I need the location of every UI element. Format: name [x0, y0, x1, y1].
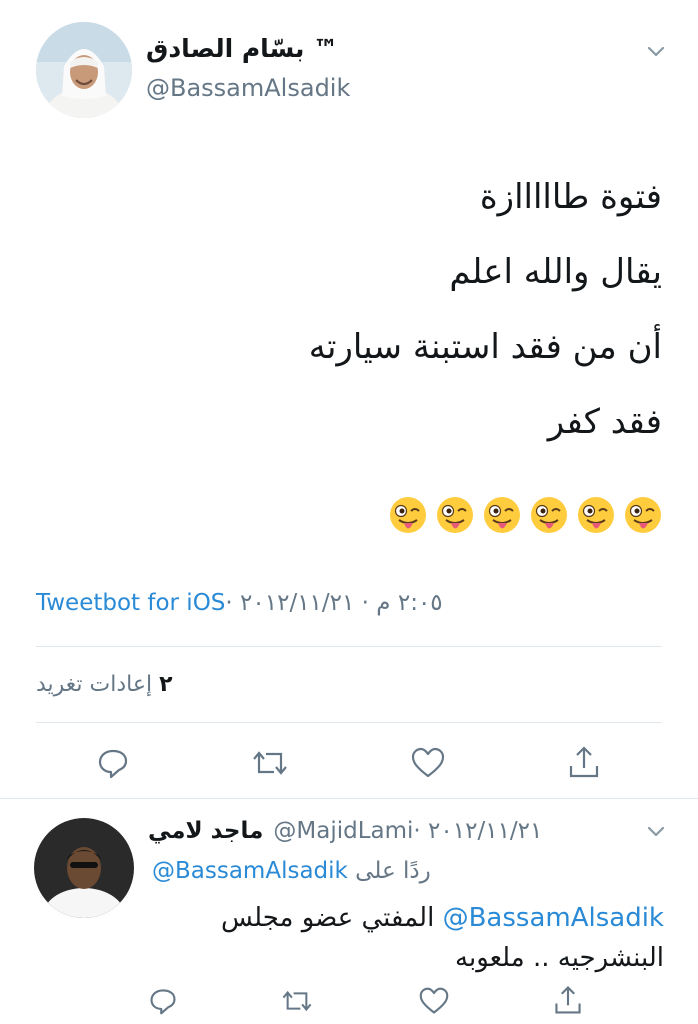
tweet-text-line: أن من فقد استبنة سيارته — [308, 327, 662, 367]
tweet-emojis — [389, 496, 662, 536]
reply-timestamp: ٢٠١٢/١١/٢١ · — [413, 818, 543, 844]
tweet-text-line: يقال والله اعلم — [449, 252, 662, 292]
retweet-icon[interactable] — [280, 986, 314, 1016]
like-heart-icon[interactable] — [410, 746, 446, 780]
replying-to-prefix: ردًا على — [355, 858, 431, 884]
retweets-stat[interactable]: ٢ إعادات تغريد — [36, 672, 173, 697]
tweet-actions — [0, 744, 698, 784]
retweet-icon[interactable] — [250, 746, 290, 780]
reply-text-fragment: المفتي عضو مجلس — [220, 903, 443, 933]
reply-mention[interactable]: @BassamAlsadik — [443, 903, 664, 933]
section-divider — [0, 798, 698, 799]
winking-tongue-emoji-icon — [484, 497, 520, 533]
share-icon[interactable] — [566, 744, 602, 780]
like-heart-icon[interactable] — [418, 986, 450, 1016]
share-icon[interactable] — [552, 984, 584, 1016]
winking-tongue-emoji-icon — [390, 497, 426, 533]
reply-author-handle[interactable]: @MajidLami — [273, 818, 413, 844]
winking-tongue-emoji-icon — [437, 497, 473, 533]
reply-text-line: البنشرجيه .. ملعوبه — [455, 943, 664, 973]
reply-actions — [0, 986, 698, 1018]
reply-author-name[interactable]: ماجد لامي — [148, 818, 263, 844]
reply-header: ماجد لامي @MajidLami ٢٠١٢/١١/٢١ · — [148, 818, 542, 844]
reply-icon[interactable] — [96, 746, 130, 780]
reply-text-line: @BassamAlsadik المفتي عضو مجلس — [144, 898, 664, 938]
tweet-text: فتوة طااااازة يقال والله اعلم أن من فقد … — [42, 160, 662, 460]
divider — [36, 646, 662, 647]
avatar-photo — [36, 22, 132, 118]
winking-tongue-emoji-icon — [625, 497, 661, 533]
divider — [36, 722, 662, 723]
tweet-timestamp: ٢:٠٥ م · ٢٠١٢/١١/٢١ · — [225, 590, 443, 616]
tweet-meta: Tweetbot for iOS ٢:٠٥ م · ٢٠١٢/١١/٢١ · — [36, 590, 662, 616]
chevron-down-icon[interactable] — [644, 822, 668, 840]
replying-to-handle[interactable]: @BassamAlsadik — [152, 858, 348, 884]
replying-to: @BassamAlsadik ردًا على — [152, 858, 431, 884]
reply-icon[interactable] — [148, 986, 178, 1016]
tweet-text-line: فتوة طااااازة — [479, 177, 662, 217]
author-handle[interactable]: @BassamAlsadik — [146, 74, 350, 102]
reply-author-avatar[interactable] — [34, 818, 134, 918]
avatar-photo — [34, 818, 134, 918]
retweets-label: إعادات تغريد — [36, 672, 153, 697]
author-name[interactable]: بسّام الصادق ™ — [146, 34, 338, 63]
reply-text: @BassamAlsadik المفتي عضو مجلس البنشرجيه… — [144, 898, 664, 978]
tweet-text-line: فقد كفر — [547, 402, 662, 442]
author-avatar[interactable] — [36, 22, 132, 118]
winking-tongue-emoji-icon — [531, 497, 567, 533]
tweet-source-link[interactable]: Tweetbot for iOS — [36, 590, 225, 616]
winking-tongue-emoji-icon — [578, 497, 614, 533]
retweets-count: ٢ — [159, 672, 173, 697]
chevron-down-icon[interactable] — [644, 42, 668, 60]
